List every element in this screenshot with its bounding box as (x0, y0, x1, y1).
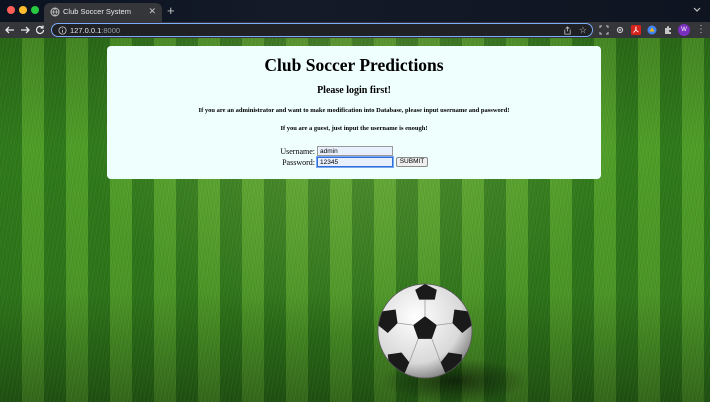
screen-capture-icon[interactable] (599, 25, 609, 35)
username-input[interactable] (317, 146, 393, 156)
back-icon[interactable] (4, 24, 16, 36)
plus-icon[interactable]: + (167, 3, 175, 18)
browser-toolbar: 127.0.0.1:8000 ☆ W ⋮ (0, 22, 710, 38)
window-close-button[interactable] (7, 6, 15, 14)
url-host: 127.0.0.1 (70, 26, 102, 35)
admin-instructions: If you are an administrator and want to … (198, 107, 510, 114)
password-input[interactable] (317, 157, 393, 167)
url-port: :8000 (101, 26, 121, 35)
password-label: Password: (282, 158, 315, 167)
address-bar[interactable]: 127.0.0.1:8000 ☆ (51, 23, 593, 37)
tab-title: Club Soccer System (63, 7, 131, 16)
pdf-extension-icon[interactable] (631, 25, 641, 35)
globe-icon (50, 7, 60, 17)
drive-extension-icon[interactable] (647, 25, 657, 35)
soccer-ball (377, 283, 473, 379)
tab-strip: Club Soccer System ✕ + (0, 0, 710, 22)
extension-gear-icon[interactable] (615, 25, 625, 35)
kebab-menu-icon[interactable]: ⋮ (696, 23, 706, 36)
window-minimize-button[interactable] (19, 6, 27, 14)
url-text: 127.0.0.1:8000 (70, 25, 120, 36)
star-icon[interactable]: ☆ (579, 24, 587, 36)
info-icon[interactable] (58, 26, 67, 35)
page-title: Club Soccer Predictions (264, 55, 444, 75)
share-icon[interactable] (563, 26, 572, 35)
page-viewport: Club Soccer Predictions Please login fir… (0, 38, 710, 402)
window-maximize-button[interactable] (31, 6, 39, 14)
submit-button[interactable]: SUBMIT (396, 157, 428, 167)
tab-active[interactable]: Club Soccer System ✕ (44, 3, 162, 22)
login-panel: Club Soccer Predictions Please login fir… (107, 46, 601, 179)
puzzle-extensions-icon[interactable] (663, 25, 673, 35)
close-icon[interactable]: ✕ (148, 6, 156, 17)
profile-avatar[interactable]: W (678, 24, 690, 36)
forward-icon[interactable] (19, 24, 31, 36)
username-label: Username: (280, 147, 315, 156)
login-prompt: Please login first! (317, 85, 391, 96)
guest-instructions: If you are a guest, just input the usern… (280, 125, 428, 132)
chevron-down-icon[interactable] (692, 4, 702, 14)
reload-icon[interactable] (34, 24, 46, 36)
